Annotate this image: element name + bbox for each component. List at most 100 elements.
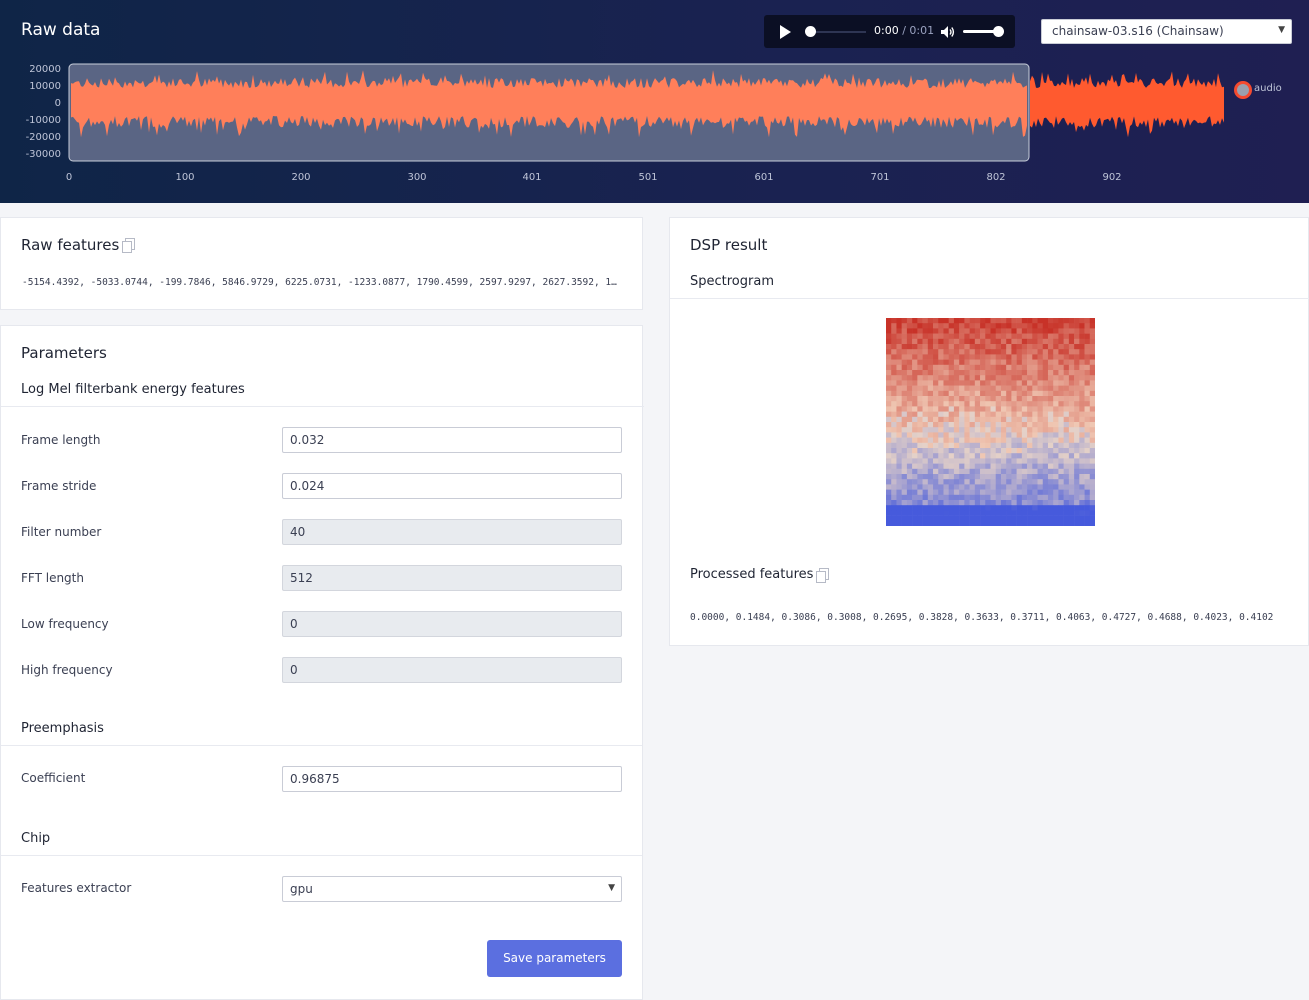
spectrogram-cell [1063, 510, 1070, 516]
x-tick-label: 501 [638, 172, 658, 183]
spectrogram-cell [964, 411, 970, 418]
legend-audio-dot[interactable] [1234, 81, 1252, 99]
spectrogram-cell [1063, 494, 1070, 501]
spectrogram-cell [1011, 442, 1017, 449]
spectrogram-cell [1032, 416, 1038, 423]
spectrogram-cell [1063, 458, 1070, 464]
spectrogram-cell [980, 479, 986, 485]
spectrogram-cell [964, 505, 970, 511]
spectrogram-cell [1058, 479, 1064, 485]
spectrogram-cell [964, 437, 970, 444]
spectrogram-cell [1084, 375, 1091, 381]
x-tick-label: 200 [291, 172, 311, 183]
play-icon[interactable] [780, 25, 791, 39]
sample-select[interactable]: chainsaw-03.s16 (Chainsaw) ▼ [1041, 19, 1292, 44]
features-extractor-select[interactable]: gpu ▼ [282, 876, 622, 902]
spectrogram-cell [1084, 396, 1091, 402]
spectrogram-cell [953, 448, 960, 454]
spectrogram-cell [1021, 364, 1028, 371]
spectrogram-cell [906, 463, 913, 470]
spectrogram-cell [1021, 515, 1028, 522]
copy-icon[interactable] [816, 568, 829, 583]
spectrogram-cell [1016, 328, 1023, 334]
spectrogram-cell [990, 505, 997, 511]
spectrogram-cell [886, 318, 892, 324]
spectrogram-cell [974, 453, 981, 459]
spectrogram-cell [886, 422, 892, 428]
chevron-down-icon: ▼ [1278, 25, 1285, 35]
coefficient-input[interactable]: 0.96875 [282, 766, 622, 792]
spectrogram-cell [901, 416, 908, 423]
spectrogram-cell [974, 458, 981, 464]
spectrogram-cell [964, 458, 970, 464]
spectrogram-cell [896, 401, 902, 407]
spectrogram-cell [953, 380, 960, 386]
param-input[interactable]: 0.032 [282, 427, 622, 453]
spectrogram-cell [901, 468, 908, 475]
spectrogram-cell [974, 437, 981, 444]
spectrogram-cell [995, 390, 1002, 397]
spectrogram-cell [917, 463, 923, 470]
spectrogram-cell [1084, 479, 1091, 485]
spectrogram-cell [1042, 484, 1049, 490]
spectrogram-cell [990, 406, 997, 412]
spectrogram-cell [985, 510, 991, 516]
spectrogram-cell [990, 489, 997, 496]
spectrogram-cell [1037, 505, 1044, 511]
spectrogram-cell [980, 515, 986, 522]
spectrogram-cell [901, 500, 908, 506]
spectrogram-cell [1032, 406, 1038, 412]
spectrogram-cell [886, 505, 892, 511]
spectrogram-cell [891, 463, 897, 470]
spectrogram-cell [901, 375, 908, 381]
raw-data-panel: Raw data 0:00 / 0:01 chainsaw-03.s16 (Ch… [0, 0, 1309, 203]
spectrogram-cell [927, 375, 934, 381]
spectrogram-cell [912, 432, 918, 438]
spectrogram-cell [959, 453, 965, 459]
spectrogram-cell [1037, 416, 1044, 423]
spectrogram-cell [943, 432, 949, 438]
spectrogram-cell [1011, 463, 1017, 470]
spectrogram-cell [1016, 323, 1023, 329]
spectrogram-cell [985, 422, 991, 428]
seek-handle[interactable] [805, 26, 816, 37]
spectrogram-cell [1032, 505, 1038, 511]
waveform-chart[interactable] [0, 55, 1230, 170]
spectrogram-cell [985, 479, 991, 485]
copy-icon[interactable] [122, 238, 135, 253]
spectrogram-cell [969, 427, 976, 433]
spectrogram-cell [922, 338, 929, 345]
spectrogram-cell [974, 380, 981, 386]
spectrogram-cell [959, 448, 965, 454]
spectrogram-cell [1079, 432, 1085, 438]
volume-handle[interactable] [993, 26, 1004, 37]
duration: 0:01 [909, 24, 935, 37]
spectrogram-cell [995, 494, 1002, 501]
spectrogram-cell [943, 359, 949, 366]
spectrogram-cell [974, 463, 981, 470]
spectrogram-cell [1079, 359, 1085, 366]
spectrogram-cell [1063, 411, 1070, 418]
spectrogram-cell [1016, 411, 1023, 418]
spectrogram-cell [948, 385, 955, 392]
spectrogram-cell [1016, 448, 1023, 454]
spectrogram-cell [985, 359, 991, 366]
spectrogram-cell [1074, 510, 1080, 516]
spectrogram-cell [995, 401, 1002, 407]
spectrogram-cell [1068, 359, 1075, 366]
seek-bar[interactable] [810, 31, 866, 33]
spectrogram-cell [974, 474, 981, 480]
spectrogram-cell [901, 364, 908, 371]
spectrogram-cell [1074, 479, 1080, 485]
spectrogram-cell [959, 510, 965, 516]
save-parameters-button[interactable]: Save parameters [487, 940, 622, 977]
spectrogram-cell [1053, 328, 1059, 334]
spectrogram-cell [1027, 520, 1033, 526]
spectrogram-cell [896, 422, 902, 428]
spectrogram-cell [1058, 442, 1064, 449]
volume-icon[interactable] [940, 25, 956, 39]
spectrogram-cell [1006, 370, 1012, 376]
spectrogram-cell [1068, 333, 1075, 340]
spectrogram-cell [1006, 364, 1012, 371]
param-input[interactable]: 0.024 [282, 473, 622, 499]
